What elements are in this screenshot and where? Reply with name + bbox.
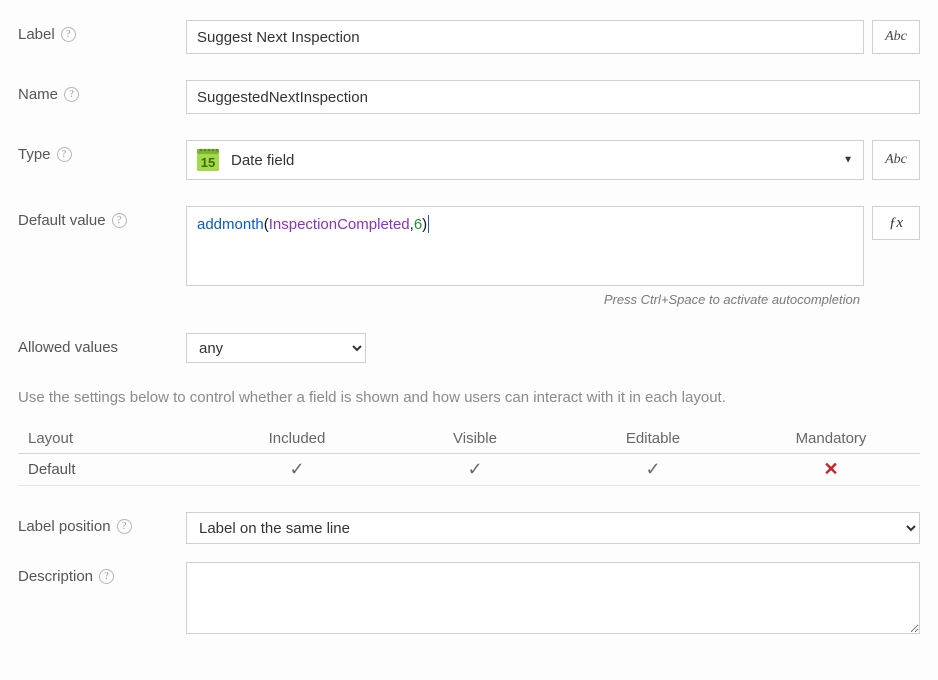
calendar-icon: 15 <box>195 147 221 173</box>
field-label-type: Type ? <box>18 140 186 163</box>
cross-icon[interactable]: ✕ <box>823 459 838 479</box>
check-icon[interactable]: ✓ <box>645 459 660 479</box>
abc-toggle-button[interactable]: Abc <box>872 140 920 180</box>
type-display-text: Date field <box>231 152 294 169</box>
allowed-values-select[interactable]: any <box>186 333 366 363</box>
col-header-mandatory: Mandatory <box>742 430 920 447</box>
table-header-row: Layout Included Visible Editable Mandato… <box>18 424 920 454</box>
label-text: Label position <box>18 518 111 535</box>
field-label-label-position: Label position ? <box>18 512 186 535</box>
label-text: Label <box>18 26 55 43</box>
help-icon[interactable]: ? <box>64 87 79 102</box>
text-cursor-icon <box>428 215 429 233</box>
field-label-label: Label ? <box>18 20 186 43</box>
svg-text:15: 15 <box>201 155 215 170</box>
default-value-formula-input[interactable]: addmonth(InspectionCompleted, 6) <box>186 206 864 286</box>
field-label-name: Name ? <box>18 80 186 103</box>
formula-token-function: addmonth <box>197 216 264 233</box>
col-header-editable: Editable <box>564 430 742 447</box>
label-text: Default value <box>18 212 106 229</box>
abc-toggle-button[interactable]: Abc <box>872 20 920 54</box>
layout-name-cell: Default <box>18 461 208 478</box>
description-textarea[interactable] <box>186 562 920 634</box>
check-icon[interactable]: ✓ <box>289 459 304 479</box>
autocomplete-hint: Press Ctrl+Space to activate autocomplet… <box>186 286 864 307</box>
field-label-description: Description ? <box>18 562 186 585</box>
help-icon[interactable]: ? <box>61 27 76 42</box>
formula-token-paren: ) <box>422 216 427 233</box>
layout-settings-hint: Use the settings below to control whethe… <box>18 389 920 406</box>
label-text: Allowed values <box>18 339 118 356</box>
col-header-included: Included <box>208 430 386 447</box>
label-text: Name <box>18 86 58 103</box>
formula-token-number: 6 <box>414 216 422 233</box>
chevron-down-icon: ▼ <box>843 155 853 166</box>
fx-toggle-button[interactable]: ƒx <box>872 206 920 240</box>
name-input[interactable] <box>186 80 920 114</box>
col-header-layout: Layout <box>18 430 208 447</box>
label-position-select[interactable]: Label on the same line <box>186 512 920 544</box>
help-icon[interactable]: ? <box>57 147 72 162</box>
label-text: Type <box>18 146 51 163</box>
help-icon[interactable]: ? <box>117 519 132 534</box>
field-label-default-value: Default value ? <box>18 206 186 229</box>
formula-token-identifier: InspectionCompleted <box>269 216 410 233</box>
type-select[interactable]: 15 Date field ▼ <box>186 140 864 180</box>
label-text: Description <box>18 568 93 585</box>
col-header-visible: Visible <box>386 430 564 447</box>
help-icon[interactable]: ? <box>99 569 114 584</box>
field-label-allowed-values: Allowed values <box>18 333 186 356</box>
check-icon[interactable]: ✓ <box>467 459 482 479</box>
help-icon[interactable]: ? <box>112 213 127 228</box>
table-row: Default ✓ ✓ ✓ ✕ <box>18 454 920 486</box>
label-input[interactable] <box>186 20 864 54</box>
layout-table: Layout Included Visible Editable Mandato… <box>18 424 920 486</box>
